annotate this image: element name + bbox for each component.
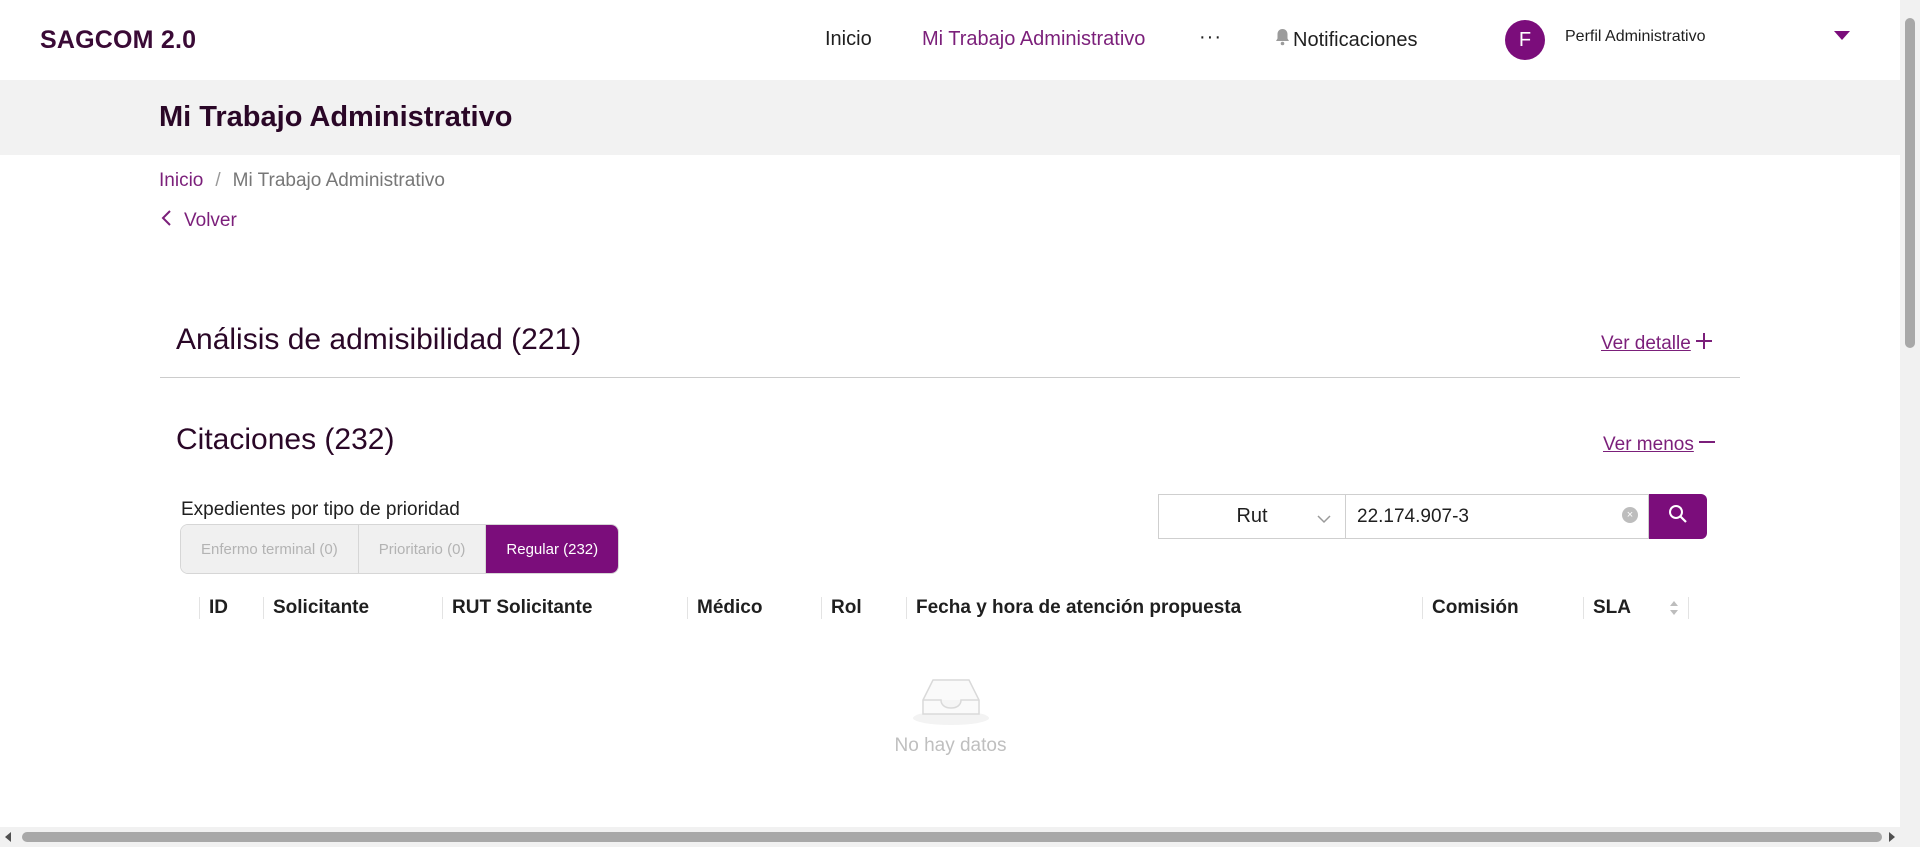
notifications-button[interactable]: Notificaciones	[1274, 28, 1418, 52]
scroll-left-arrow-icon[interactable]	[5, 832, 11, 842]
priority-segmented-control: Enfermo terminal (0) Prioritario (0) Reg…	[180, 524, 620, 574]
priority-tab-prioritario[interactable]: Prioritario (0)	[358, 525, 487, 573]
nav-item-inicio[interactable]: Inicio	[825, 28, 872, 51]
chevron-left-icon	[160, 209, 172, 233]
column-header-fecha-hora[interactable]: Fecha y hora de atención propuesta	[906, 583, 1422, 633]
clear-icon[interactable]: ×	[1622, 507, 1638, 523]
search-icon	[1668, 504, 1688, 529]
ver-detalle-label: Ver detalle	[1601, 333, 1691, 354]
priority-tab-enfermo-terminal[interactable]: Enfermo terminal (0)	[181, 525, 359, 573]
section-title-citaciones: Citaciones (232)	[176, 423, 395, 456]
search-input[interactable]	[1346, 494, 1649, 539]
column-header-solicitante[interactable]: Solicitante	[263, 583, 442, 633]
ver-menos-label: Ver menos	[1603, 434, 1694, 455]
scroll-right-arrow-icon[interactable]	[1889, 832, 1895, 842]
column-header-medico[interactable]: Médico	[687, 583, 821, 633]
section-title-admisibilidad: Análisis de admisibilidad (221)	[176, 323, 582, 356]
page-title: Mi Trabajo Administrativo	[159, 101, 513, 133]
search-button[interactable]	[1649, 494, 1707, 539]
chevron-down-icon	[1317, 509, 1331, 532]
profile-name[interactable]: Perfil Administrativo	[1565, 28, 1706, 46]
priority-label: Expedientes por tipo de prioridad	[181, 499, 460, 520]
notifications-label: Notificaciones	[1293, 28, 1418, 51]
plus-icon	[1695, 332, 1713, 356]
ver-detalle-link[interactable]: Ver detalle	[1601, 332, 1713, 356]
horizontal-scroll-thumb[interactable]	[22, 832, 1882, 842]
brand-logo[interactable]: SAGCOM 2.0	[40, 26, 196, 55]
breadcrumb-separator: /	[215, 170, 221, 191]
priority-tab-regular[interactable]: Regular (232)	[486, 525, 619, 573]
avatar[interactable]: F	[1505, 20, 1545, 60]
empty-state: No hay datos	[893, 670, 1008, 757]
search-field-select[interactable]: Rut	[1158, 494, 1346, 539]
breadcrumb-item-inicio[interactable]: Inicio	[159, 170, 203, 192]
vertical-scrollbar[interactable]	[1900, 0, 1920, 847]
minus-icon	[1698, 433, 1716, 457]
ver-menos-link[interactable]: Ver menos	[1603, 433, 1716, 457]
bell-icon	[1274, 28, 1291, 52]
breadcrumb-item-current: Mi Trabajo Administrativo	[232, 170, 445, 191]
column-header-id[interactable]: ID	[199, 583, 263, 633]
section-divider	[160, 377, 1740, 378]
column-header-comision[interactable]: Comisión	[1422, 583, 1583, 633]
top-navbar: SAGCOM 2.0 Inicio Mi Trabajo Administrat…	[0, 0, 1900, 80]
breadcrumb: Inicio / Mi Trabajo Administrativo	[159, 170, 445, 192]
more-menu-button[interactable]: ···	[1199, 26, 1222, 49]
column-header-rut-solicitante[interactable]: RUT Solicitante	[442, 583, 687, 633]
back-label: Volver	[184, 210, 237, 231]
table-header: ID Solicitante RUT Solicitante Médico Ro…	[199, 583, 1689, 633]
empty-text: No hay datos	[894, 735, 1007, 756]
vertical-scroll-thumb[interactable]	[1905, 18, 1915, 348]
column-header-rol[interactable]: Rol	[821, 583, 906, 633]
horizontal-scrollbar[interactable]	[0, 827, 1900, 847]
inbox-icon	[911, 679, 991, 730]
sort-icon[interactable]	[1669, 600, 1679, 622]
column-header-sla[interactable]: SLA	[1583, 583, 1689, 633]
page-header: Mi Trabajo Administrativo	[0, 80, 1900, 155]
chevron-down-icon[interactable]	[1834, 31, 1850, 40]
nav-item-mi-trabajo[interactable]: Mi Trabajo Administrativo	[922, 28, 1145, 51]
back-button[interactable]: Volver	[160, 209, 237, 233]
search-field-value: Rut	[1236, 505, 1268, 527]
